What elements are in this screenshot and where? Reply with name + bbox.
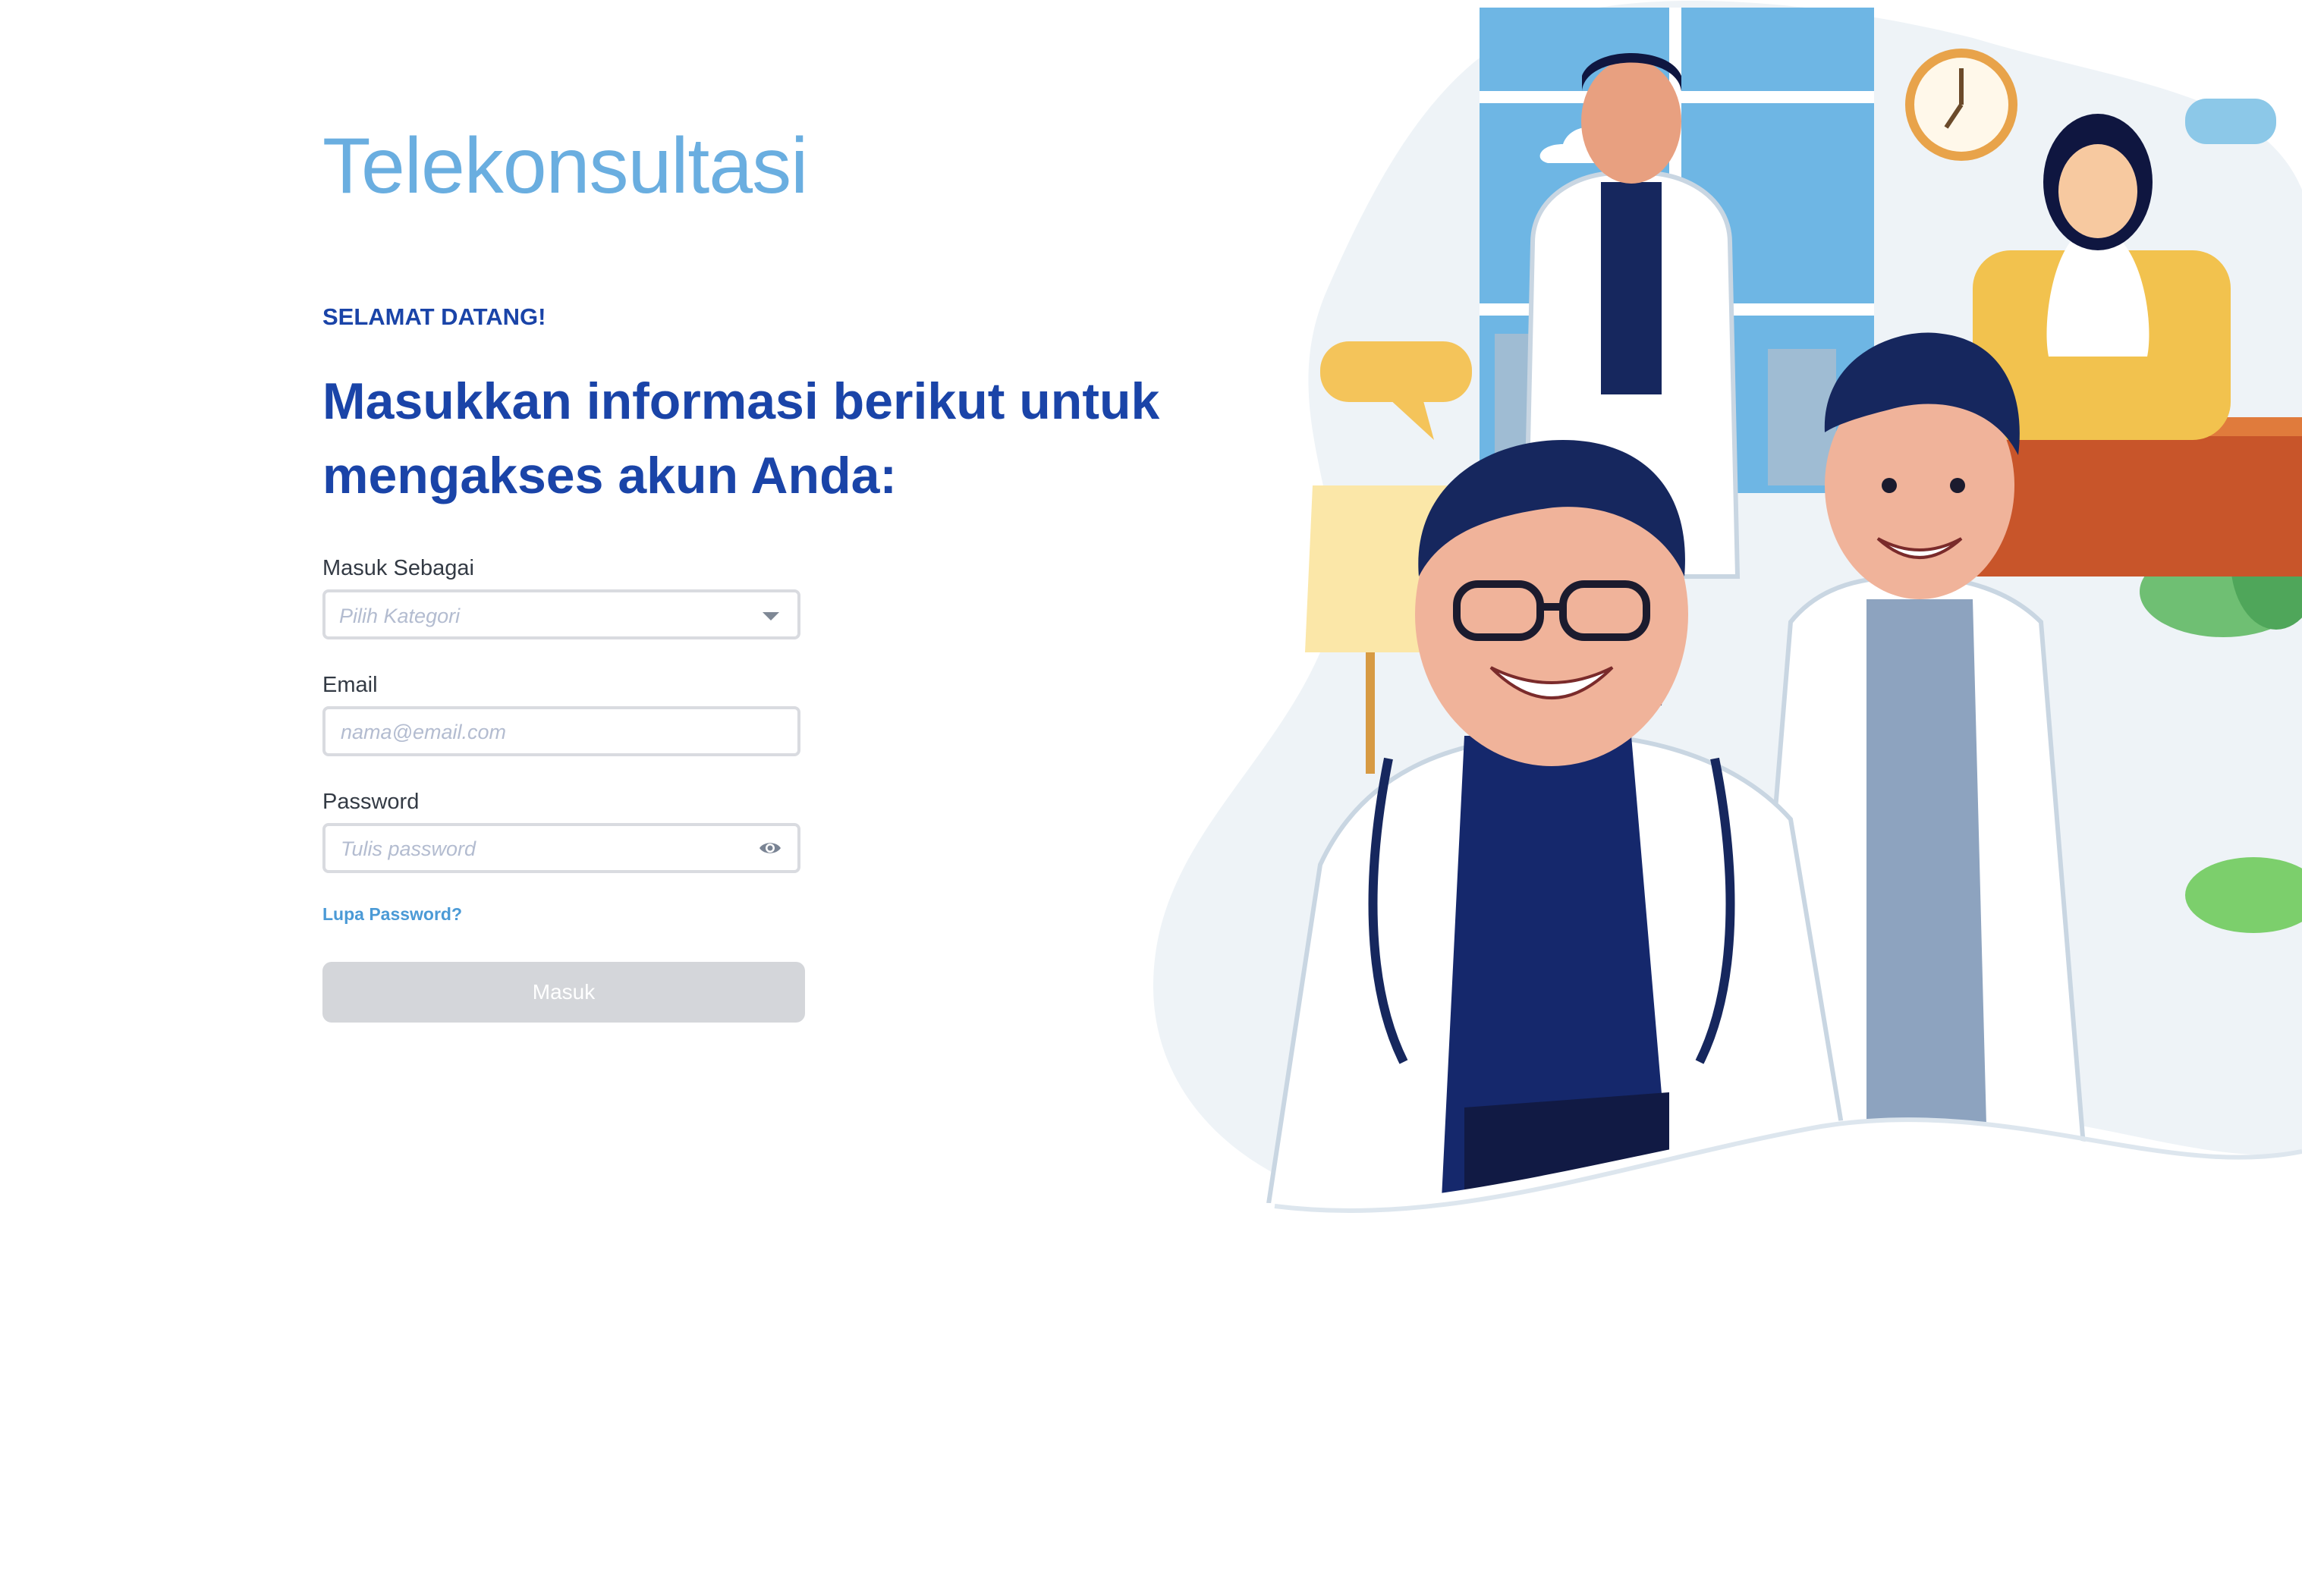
chevron-down-icon[interactable] [763, 612, 779, 620]
login-button[interactable]: Masuk [322, 962, 805, 1023]
role-select-placeholder: Pilih Kategori [339, 605, 461, 627]
desk [1973, 425, 2302, 577]
email-label: Email [322, 673, 378, 697]
login-headline: Masukkan informasi berikut untuk mengaks… [322, 372, 1160, 504]
login-panel: Telekonsultasi SELAMAT DATANG! Masukkan … [322, 0, 1233, 1138]
password-field[interactable] [339, 826, 752, 872]
password-label: Password [322, 790, 420, 814]
app-title: Telekonsultasi [322, 122, 808, 210]
password-field-box [322, 823, 800, 873]
forgot-password-link[interactable]: Lupa Password? [322, 904, 462, 925]
role-label: Masuk Sebagai [322, 556, 474, 580]
email-field-box [322, 706, 800, 756]
welcome-text: SELAMAT DATANG! [322, 303, 546, 330]
doctors-illustration [1138, 1, 2302, 1244]
email-field[interactable] [339, 709, 752, 755]
role-select[interactable]: Pilih Kategori [322, 589, 800, 639]
speech-bubble [1320, 341, 1472, 402]
eye-icon[interactable] [758, 837, 782, 859]
